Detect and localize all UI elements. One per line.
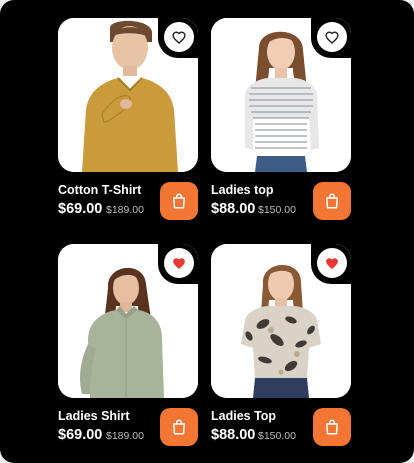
heart-outline-icon [172, 31, 186, 44]
add-to-cart-button[interactable] [313, 182, 351, 220]
product-image[interactable] [211, 244, 351, 398]
add-to-cart-button[interactable] [160, 182, 198, 220]
product-name[interactable]: Ladies Top [211, 409, 276, 423]
shopping-bag-icon [326, 193, 338, 209]
heart-filled-icon [173, 257, 185, 269]
heart-filled-icon [326, 257, 338, 269]
product-grid-screen: Cotton T-Shirt $69.00 $189.00 Ladies top… [0, 0, 414, 463]
product-old-price: $189.00 [106, 204, 144, 216]
product-price: $69.00 [58, 427, 103, 443]
product-price: $69.00 [58, 201, 103, 217]
product-image[interactable] [211, 18, 351, 172]
product-price: $88.00 [211, 201, 256, 217]
product-card[interactable]: Cotton T-Shirt $69.00 $189.00 [56, 17, 200, 225]
add-to-cart-button[interactable] [160, 408, 198, 446]
favorite-tab-cutout [311, 18, 351, 58]
product-card[interactable]: Ladies Top $88.00 $150.00 [209, 243, 353, 451]
product-image[interactable] [58, 244, 198, 398]
product-name[interactable]: Cotton T-Shirt [58, 183, 141, 197]
shopping-bag-icon [173, 419, 185, 435]
favorite-button[interactable] [317, 248, 347, 278]
product-price: $88.00 [211, 427, 256, 443]
favorite-button[interactable] [317, 22, 347, 52]
heart-outline-icon [325, 31, 339, 44]
product-old-price: $150.00 [258, 204, 296, 216]
product-image[interactable] [58, 18, 198, 172]
favorite-button[interactable] [164, 248, 194, 278]
product-name[interactable]: Ladies Shirt [58, 409, 130, 423]
shopping-bag-icon [173, 193, 185, 209]
product-old-price: $189.00 [106, 430, 144, 442]
shopping-bag-icon [326, 419, 338, 435]
product-card[interactable]: Ladies Shirt $69.00 $189.00 [56, 243, 200, 451]
favorite-button[interactable] [164, 22, 194, 52]
product-old-price: $150.00 [258, 430, 296, 442]
product-name[interactable]: Ladies top [211, 183, 274, 197]
favorite-tab-cutout [158, 244, 198, 284]
favorite-tab-cutout [158, 18, 198, 58]
favorite-tab-cutout [311, 244, 351, 284]
product-card[interactable]: Ladies top $88.00 $150.00 [209, 17, 353, 225]
add-to-cart-button[interactable] [313, 408, 351, 446]
